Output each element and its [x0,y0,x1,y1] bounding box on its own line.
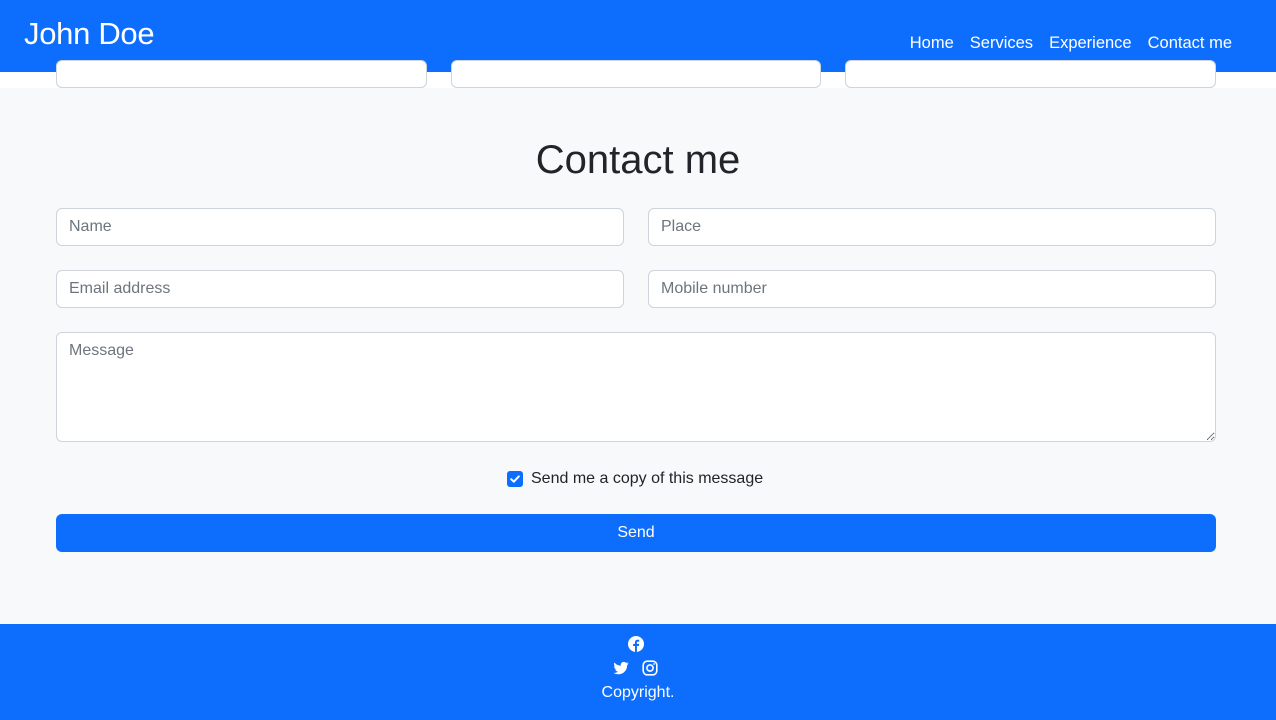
copy-checkbox[interactable] [507,471,523,487]
copy-checkbox-label[interactable]: Send me a copy of this message [531,470,763,488]
section-title: Contact me [535,138,741,182]
nav-item-experience[interactable]: Experience [1049,34,1132,53]
nav-menu: Home Services Experience Contact me [910,34,1232,53]
instagram-icon[interactable] [642,660,658,681]
nav-item-home[interactable]: Home [910,34,954,53]
copy-checkbox-row: Send me a copy of this message [507,470,763,488]
mobile-field[interactable] [648,270,1216,308]
footer: Copyright. [0,624,1276,720]
nav-item-services[interactable]: Services [970,34,1033,53]
facebook-icon[interactable] [628,636,644,657]
send-button[interactable]: Send [56,514,1216,552]
previous-card [56,60,427,88]
twitter-icon[interactable] [613,660,629,681]
previous-card [845,60,1216,88]
copyright-text: Copyright. [601,684,675,701]
place-field[interactable] [648,208,1216,246]
message-field[interactable] [56,332,1216,442]
name-field[interactable] [56,208,624,246]
nav-item-contact[interactable]: Contact me [1148,34,1232,53]
checkmark-icon [510,475,520,483]
previous-card [451,60,821,88]
contact-section: Contact me Send me a copy of this messag… [0,88,1276,624]
brand-title[interactable]: John Doe [24,16,155,52]
email-field[interactable] [56,270,624,308]
